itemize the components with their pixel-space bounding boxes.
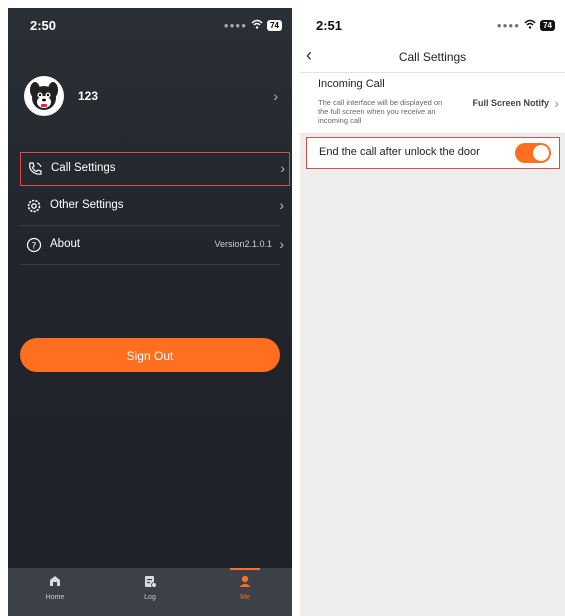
- battery-icon: 74: [540, 20, 555, 31]
- signal-icon: ●●●●: [223, 21, 248, 30]
- tab-home[interactable]: Home: [25, 574, 85, 601]
- home-icon: [48, 574, 62, 588]
- chevron-right-icon: ›: [279, 236, 284, 252]
- menu-item-about[interactable]: ? About Version2.1.0.1 ›: [20, 229, 288, 261]
- tab-label: Me: [240, 594, 250, 601]
- tab-label: Home: [45, 594, 65, 601]
- tab-log[interactable]: Log: [120, 574, 180, 601]
- end-call-row: End the call after unlock the door: [306, 137, 560, 169]
- username: 123: [78, 89, 99, 103]
- nav-bar: ‹ Call Settings: [300, 42, 565, 73]
- chevron-right-icon: ›: [279, 197, 284, 213]
- call-settings-screen: 2:51 ●●●● 74 ‹ Call Settings Incoming Ca…: [300, 8, 565, 616]
- divider: [20, 225, 280, 226]
- profile-row[interactable]: 123 ›: [8, 72, 292, 130]
- question-icon: ?: [26, 237, 42, 253]
- log-icon: [143, 574, 157, 588]
- menu-label: Other Settings: [50, 199, 124, 211]
- chevron-right-icon: ›: [273, 88, 278, 104]
- tab-me[interactable]: Me: [215, 568, 275, 601]
- incoming-call-value: Full Screen Notify: [472, 98, 549, 108]
- active-tab-indicator: [230, 568, 260, 570]
- status-bar: 2:50 ●●●● 74: [8, 8, 292, 42]
- person-icon: [238, 574, 252, 588]
- me-screen: 2:50 ●●●● 74 123 › Call Settings › Other…: [8, 8, 292, 616]
- end-call-toggle[interactable]: [515, 143, 551, 163]
- tab-bar: Home Log Me: [8, 568, 292, 616]
- incoming-call-title: Incoming Call: [318, 78, 385, 90]
- end-call-label: End the call after unlock the door: [319, 146, 480, 158]
- status-bar: 2:51 ●●●● 74: [300, 8, 565, 42]
- signal-icon: ●●●●: [496, 21, 521, 30]
- battery-icon: 74: [267, 20, 282, 31]
- svg-text:?: ?: [32, 242, 37, 252]
- wifi-icon: [524, 19, 536, 32]
- gear-icon: [26, 198, 42, 214]
- menu-label: Call Settings: [51, 162, 116, 174]
- incoming-call-row[interactable]: Incoming Call The call interface will be…: [300, 73, 565, 134]
- menu-item-call-settings[interactable]: Call Settings ›: [20, 152, 290, 186]
- avatar: [24, 76, 64, 116]
- chevron-right-icon: ›: [280, 160, 285, 176]
- phone-settings-icon: [27, 161, 43, 177]
- sign-out-button[interactable]: Sign Out: [20, 338, 280, 372]
- incoming-call-description: The call interface will be displayed on …: [318, 98, 443, 125]
- page-title: Call Settings: [398, 50, 467, 64]
- chevron-right-icon: ›: [554, 95, 559, 111]
- divider: [20, 264, 280, 265]
- wifi-icon: [251, 19, 263, 32]
- toggle-knob: [533, 145, 549, 161]
- version-text: Version2.1.0.1: [214, 239, 272, 249]
- status-time: 2:51: [316, 18, 343, 33]
- status-time: 2:50: [30, 18, 57, 33]
- menu-label: About: [50, 238, 81, 250]
- menu-item-other-settings[interactable]: Other Settings ›: [20, 190, 288, 222]
- tab-label: Log: [144, 594, 156, 601]
